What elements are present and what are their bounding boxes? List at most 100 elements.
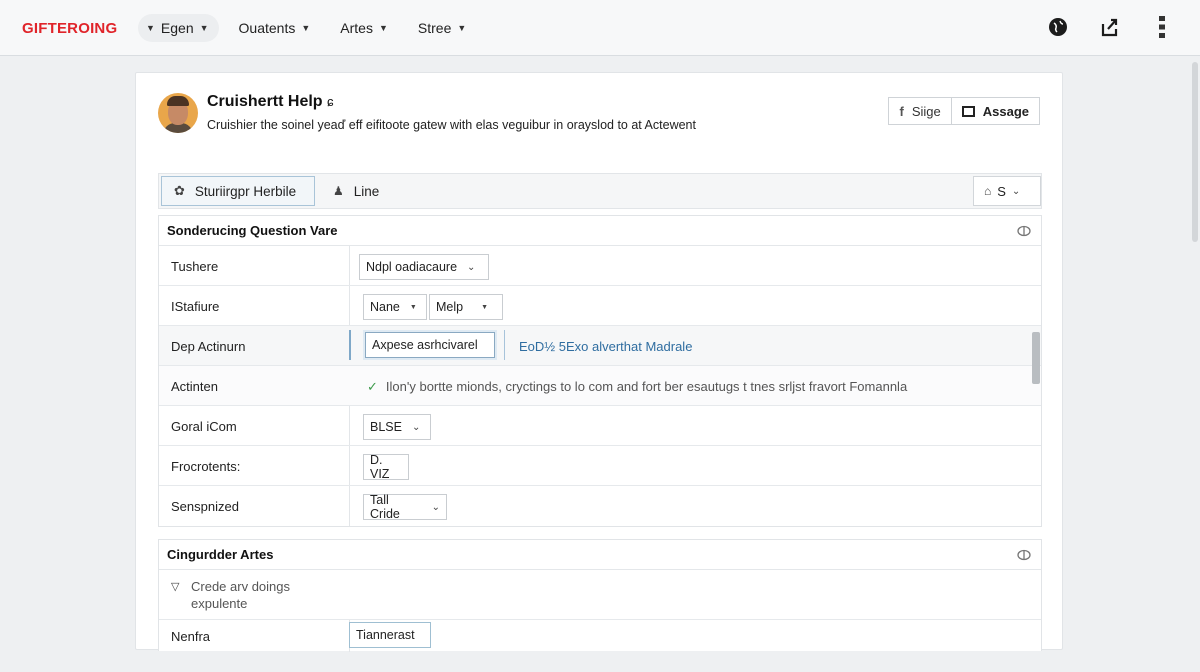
caret-down-icon: ▼ [378,23,388,33]
artes-section: Cingurdder Artes ▽ Crede arv doings expu… [158,539,1042,652]
select-value: Ndpl oadiacaure [366,260,458,274]
facebook-icon: f [899,103,904,119]
tab-line[interactable]: ♟ Line [321,176,391,206]
nav-item-label: Egen [160,20,194,36]
row-note-text: Ilon'y bortte mionds, cryctings to lo co… [385,379,908,394]
expandable-item[interactable]: ▽ Crede arv doings expulente [159,570,1041,620]
nav-item-label: Artes [340,20,373,36]
page-title-suffix: ɕ [327,94,334,109]
goral-select[interactable]: BLSE ⌄ [363,414,431,440]
page-title: Cruishertt Help ɕ [207,93,334,111]
caret-down-icon: ▼ [146,23,155,33]
question-section: Sonderucing Question Vare Tushere Ndpl o… [158,215,1042,527]
siige-button-label: Siige [911,103,941,119]
row-label: Senspnized [171,499,239,514]
input-value: Tiannerast [356,628,415,642]
globe-icon[interactable] [1046,14,1070,40]
top-icons [1046,14,1174,40]
row-label: Frocrotents: [171,459,241,474]
table-row: Senspnized Tall Cride ⌄ [159,486,1041,526]
caret-down-icon: ▼ [199,23,209,33]
gear-icon: ✿ [174,183,185,198]
senspnized-select[interactable]: Tall Cride ⌄ [363,493,447,521]
select-value: Tall Cride [370,493,400,521]
table-row: Frocrotents: D. VIZ [159,446,1041,486]
nav-item-artes[interactable]: Artes ▼ [330,14,398,42]
view-select-value: S [997,183,1006,199]
nav-menu: ▼ Egen ▼ Ouatents ▼ Artes ▼ Stree ▼ [138,14,476,42]
home-icon: ⌂ [984,184,992,198]
nav-item-stree[interactable]: Stree ▼ [408,14,476,42]
select-value: Nane [370,300,400,314]
row-label: Dep Actinurn [171,339,246,354]
chevron-down-icon: ⌄ [431,501,440,513]
row-link[interactable]: EoD½ 5Exo alverthat Madrale [519,339,692,354]
row-label: Nenfra [171,629,211,644]
table-row: Tushere Ndpl oadiacaure ⌄ [159,246,1041,286]
top-nav-bar: GIFTEROING ▼ Egen ▼ Ouatents ▼ Artes ▼ S… [0,0,1200,56]
table-row: Nenfra Tiannerast [159,620,1041,652]
toolbar: ✿ Sturiirgpr Herbile ♟ Line ⌂ S ⌄ [158,173,1042,209]
section-title: Cingurdder Artes [167,547,274,562]
table-row: IStafiure Nane ▼ Melp ▼ [159,286,1041,326]
table-row: Dep Actinurn Axpese asrhcivarel EoD½ 5Ex… [159,326,1041,366]
caret-down-icon: ▼ [457,23,467,33]
share-icon[interactable] [1098,14,1122,40]
section-scrollbar[interactable] [1032,332,1040,384]
row-label: IStafiure [171,299,220,314]
view-select[interactable]: ⌂ S ⌄ [973,176,1041,206]
collapse-toggle-icon[interactable] [1017,548,1031,562]
main-card: Cruishertt Help ɕ Cruishier the soinel y… [135,72,1063,652]
chevron-down-icon: ⌄ [1011,185,1021,197]
chevron-down-icon: ⌄ [467,261,476,273]
nav-item-ouatents[interactable]: Ouatents ▼ [229,14,321,42]
section-header: Cingurdder Artes [159,540,1041,570]
axpese-input[interactable]: Axpese asrhcivarel [365,332,495,358]
nav-item-egen[interactable]: ▼ Egen ▼ [138,14,219,42]
selected-row-indicator [349,330,351,360]
page-title-text: Cruishertt Help [207,93,323,110]
expand-caret-icon: ▽ [171,581,180,593]
nav-item-label: Stree [417,20,452,36]
section-title: Sonderucing Question Vare [167,223,338,238]
frocrotents-input[interactable]: D. VIZ [363,453,409,481]
caret-down-icon: ▼ [481,303,489,311]
chevron-down-icon: ⌄ [411,421,421,433]
section-header: Sonderucing Question Vare [159,216,1041,246]
tab-sturiirgpr-herbile[interactable]: ✿ Sturiirgpr Herbile [161,176,315,206]
assage-button[interactable]: Assage [951,97,1040,125]
assage-button-label: Assage [982,103,1029,119]
tab-label: Line [353,183,380,199]
caret-down-icon: ▼ [301,23,311,33]
nane-select[interactable]: Nane ▼ [363,294,427,320]
page-scrollbar[interactable] [1192,62,1198,242]
page-subtitle: Cruishier the soinel yeaď eff eifitoote … [207,118,696,132]
row-note: ✓ Ilon'y bortte mionds, cryctings to lo c… [367,379,907,395]
tab-label: Sturiirgpr Herbile [194,183,297,199]
avatar [158,93,198,133]
row-label: Goral iCom [171,419,237,434]
table-row: Actinten ✓ Ilon'y bortte mionds, crycting… [159,366,1041,406]
tushere-select[interactable]: Ndpl oadiacaure ⌄ [359,254,489,280]
select-value: Melp [436,300,464,314]
square-icon [961,105,975,117]
expand-text: expulente [191,596,248,611]
caret-down-icon: ▼ [409,303,417,311]
header-button-group: f Siige Assage [888,97,1040,125]
melp-select[interactable]: Melp ▼ [429,294,503,320]
row-label: Actinten [171,379,218,394]
select-value: BLSE [370,420,402,434]
nav-item-label: Ouatents [238,20,296,36]
row-label: Tushere [171,259,219,274]
expand-text: Crede arv doings [191,579,290,594]
input-value: Axpese asrhcivarel [372,338,478,352]
brand-logo[interactable]: GIFTEROING [22,20,117,37]
tiannerast-input[interactable]: Tiannerast [349,622,431,648]
check-icon: ✓ [367,379,378,394]
input-value: D. VIZ [370,453,390,481]
collapse-toggle-icon[interactable] [1017,224,1031,238]
table-row: Goral iCom BLSE ⌄ [159,406,1041,446]
siige-button[interactable]: f Siige [888,97,952,125]
more-vertical-icon[interactable] [1150,14,1174,40]
user-icon: ♟ [333,184,344,198]
